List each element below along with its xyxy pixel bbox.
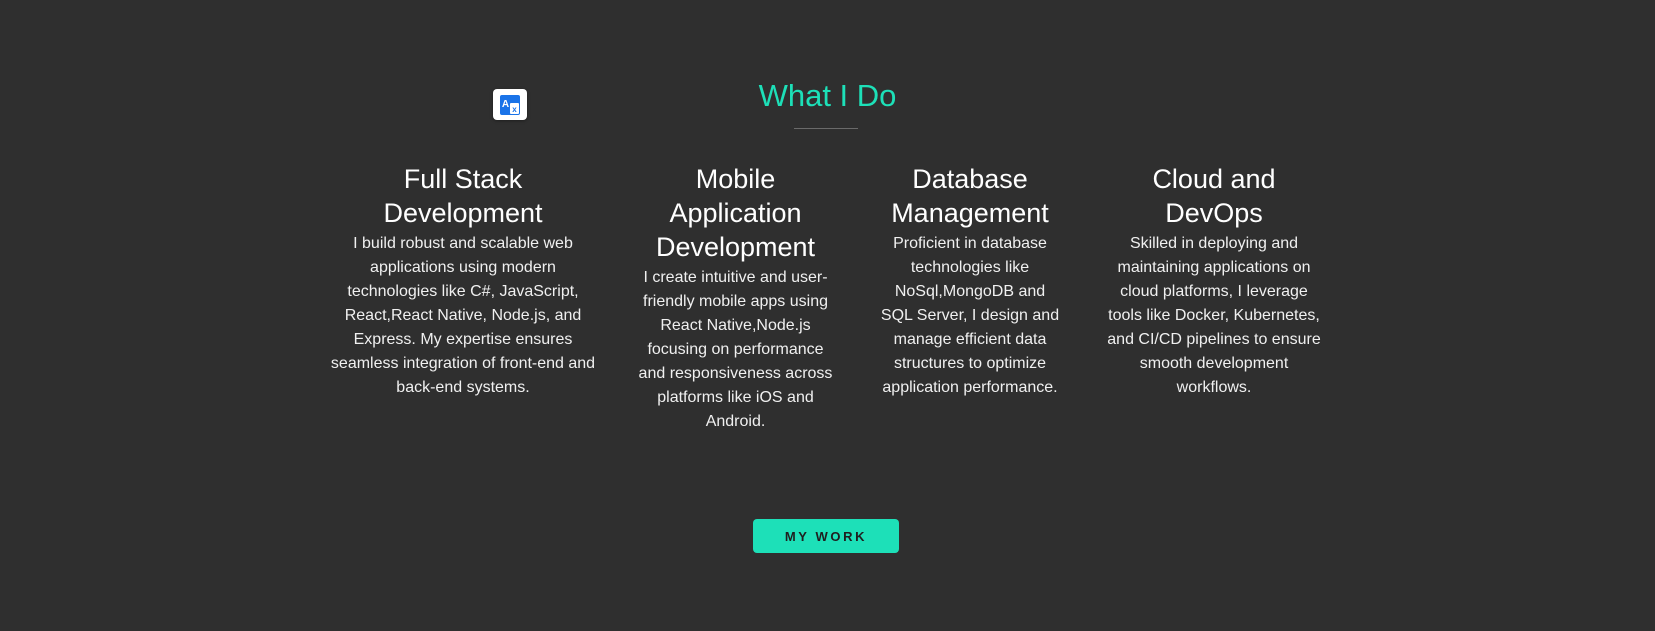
section-title: What I Do (758, 78, 897, 113)
service-title: Database Management (891, 164, 1049, 228)
service-description: I create intuitive and user-friendly mob… (638, 269, 833, 430)
my-work-button[interactable]: MY WORK (753, 519, 899, 553)
service-mobile: Mobile Application Development I create … (633, 162, 838, 434)
service-database: Database Management Proficient in databa… (874, 162, 1066, 400)
service-title: Cloud and DevOps (1152, 164, 1276, 228)
service-title: Full Stack Development (383, 164, 543, 228)
service-description: Proficient in database technologies like… (880, 235, 1060, 396)
service-description: Skilled in deploying and maintaining app… (1107, 235, 1321, 396)
title-divider (794, 128, 858, 129)
service-title: Mobile Application Development (655, 164, 816, 262)
service-full-stack: Full Stack Development I build robust an… (325, 162, 601, 400)
service-cloud-devops: Cloud and DevOps Skilled in deploying an… (1104, 162, 1324, 400)
service-description: I build robust and scalable web applicat… (330, 235, 596, 396)
